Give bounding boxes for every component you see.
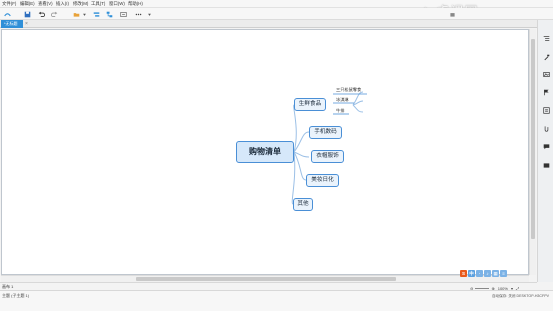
app-icon[interactable] xyxy=(3,10,11,18)
outline-icon[interactable] xyxy=(542,34,550,42)
more-dropdown-icon[interactable] xyxy=(145,10,153,18)
branch-clothing[interactable]: 衣帽服饰 xyxy=(311,150,344,163)
ime-punct-icon[interactable]: · xyxy=(476,270,483,277)
ime-logo-icon[interactable]: S xyxy=(460,270,467,277)
boundary-icon[interactable] xyxy=(119,10,127,18)
horizontal-scroll-thumb[interactable] xyxy=(136,277,396,281)
document-tab[interactable]: *无标题 xyxy=(1,20,23,28)
document-tab-bar: *无标题 × xyxy=(0,20,553,28)
horizontal-scrollbar[interactable] xyxy=(1,275,529,282)
branch-digital[interactable]: 手机数码 xyxy=(309,126,342,139)
toolbar xyxy=(0,8,553,20)
vertical-scrollbar[interactable] xyxy=(529,29,536,275)
ime-toolbar: S 中 · ♪ ▦ ≡ xyxy=(460,270,507,278)
menu-help[interactable]: 帮助(H) xyxy=(128,0,143,8)
menu-edit[interactable]: 编辑(E) xyxy=(20,0,35,8)
zoom-slider[interactable] xyxy=(475,287,490,289)
root-topic[interactable]: 购物清单 xyxy=(236,141,294,163)
status-bar: 主题 (子主题 1) 自动保存: 关闭 DESKTOP-H3CFPV xyxy=(0,290,553,300)
leaf-snacks[interactable]: 三只松鼠零食 xyxy=(336,87,361,93)
subtopic-icon[interactable] xyxy=(105,10,113,18)
more-icon[interactable] xyxy=(134,10,142,18)
sheet-tab-row: 画布 1 ⊖ ⊕ 100% ▾ ⤢ xyxy=(0,282,537,291)
branch-fresh-food[interactable]: 生鲜食品 xyxy=(294,98,326,111)
notification-icon[interactable] xyxy=(448,10,456,18)
branch-other[interactable]: 其他 xyxy=(293,198,313,211)
mindmap-canvas[interactable]: 购物清单 生鲜食品 手机数码 衣帽服饰 美妆日化 其他 三只松鼠零食 冰淇淋 牛… xyxy=(1,29,529,275)
folder-icon[interactable] xyxy=(72,10,80,18)
vertical-scroll-thumb[interactable] xyxy=(531,39,535,239)
ime-menu-icon[interactable]: ≡ xyxy=(500,270,507,277)
ime-mode-icon[interactable]: 中 xyxy=(468,270,475,277)
leaf-icecream[interactable]: 冰淇淋 xyxy=(336,97,349,103)
close-tab-icon[interactable]: × xyxy=(25,20,28,28)
flag-icon[interactable] xyxy=(542,88,550,96)
branch-cosmetics[interactable]: 美妆日化 xyxy=(306,174,339,187)
menu-file[interactable]: 文件(F) xyxy=(2,0,16,8)
folder-dropdown-icon[interactable] xyxy=(80,10,88,18)
undo-icon[interactable] xyxy=(37,10,45,18)
menu-insert[interactable]: 插入(I) xyxy=(56,0,69,8)
menu-window[interactable]: 窗口(W) xyxy=(109,0,125,8)
format-brush-icon[interactable] xyxy=(542,53,550,61)
image-icon[interactable] xyxy=(542,70,550,78)
menu-view[interactable]: 查看(V) xyxy=(38,0,53,8)
app-window: 文件(F) 编辑(E) 查看(V) 插入(I) 修改(M) 工具(T) 窗口(W… xyxy=(0,0,553,311)
right-sidebar xyxy=(537,20,553,282)
redo-icon[interactable] xyxy=(50,10,58,18)
topic-icon[interactable] xyxy=(92,10,100,18)
leaf-steak[interactable]: 牛排 xyxy=(336,108,344,114)
menu-tools[interactable]: 工具(T) xyxy=(91,0,105,8)
window-bottom-edge xyxy=(0,300,553,311)
attachment-icon[interactable] xyxy=(542,124,550,132)
task-icon[interactable] xyxy=(542,161,550,169)
notes-icon[interactable] xyxy=(542,106,550,114)
menu-modify[interactable]: 修改(M) xyxy=(73,0,88,8)
ime-voice-icon[interactable]: ♪ xyxy=(484,270,491,277)
comment-icon[interactable] xyxy=(542,142,550,150)
save-icon[interactable] xyxy=(23,10,31,18)
ime-keyboard-icon[interactable]: ▦ xyxy=(492,270,499,277)
